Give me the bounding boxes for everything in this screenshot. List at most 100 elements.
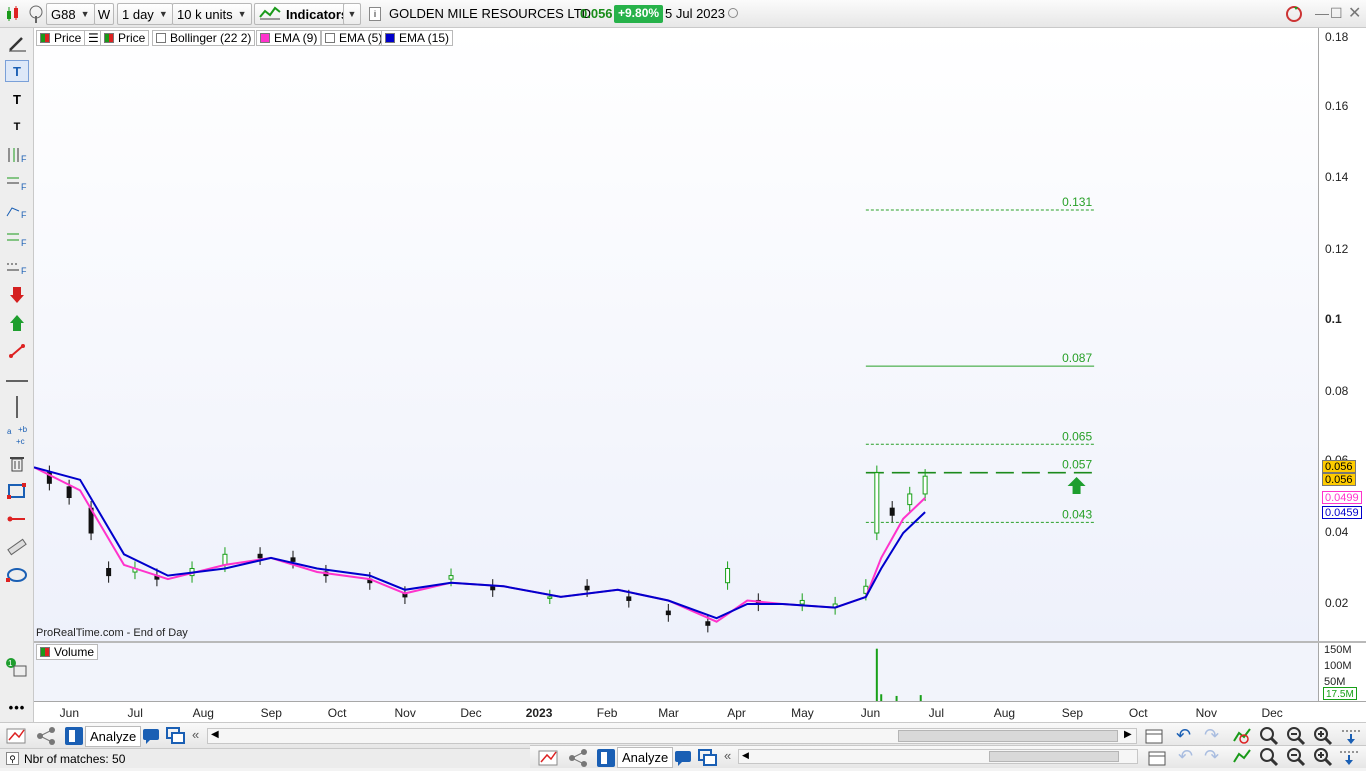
svg-text:F: F [21, 182, 27, 192]
legend-price-1-label: Price [54, 31, 82, 45]
ellipse-icon[interactable] [5, 564, 29, 586]
search-icon[interactable]: ⚲ [6, 752, 19, 765]
legend-bollinger[interactable]: Bollinger (22 2) [152, 30, 256, 46]
volume-panel[interactable]: Volume [34, 643, 1318, 701]
minimize-icon[interactable]: — [1315, 5, 1329, 21]
redo-icon[interactable]: ↷ [1204, 746, 1219, 767]
sync-icon[interactable] [1232, 748, 1252, 769]
undo-icon[interactable]: ↶ [1176, 725, 1191, 746]
time-axis-label: 2023 [525, 706, 553, 720]
candle-body [799, 599, 805, 605]
indicators-button[interactable]: Indicators [254, 3, 354, 25]
windows-icon[interactable] [698, 749, 718, 770]
price-tick: 0.14 [1325, 170, 1349, 184]
scroll-thumb[interactable] [989, 751, 1119, 762]
fibonacci-retracement-icon[interactable]: F [5, 228, 29, 250]
rewind-icon[interactable]: « [192, 727, 199, 742]
legend-bollinger-label: Bollinger (22 2) [170, 31, 252, 45]
more-tools-icon[interactable]: ••• [5, 696, 29, 718]
chat-icon[interactable] [674, 749, 692, 770]
draw-mode-icon[interactable] [538, 749, 560, 770]
volume-axis[interactable]: 150M 100M 50M 17.5M [1318, 643, 1366, 701]
price-chart-panel[interactable]: 0.131 0.087 0.065 0.057 0.043 Price ☰ Price … [34, 28, 1318, 641]
alerts-icon[interactable]: 1 [5, 658, 29, 680]
fibonacci-fan-icon[interactable]: F [5, 172, 29, 194]
rectangle-icon[interactable] [5, 480, 29, 502]
calendar-icon[interactable] [1148, 749, 1168, 770]
legend-ema9-label: EMA (9) [274, 31, 318, 45]
zoom-out-icon[interactable] [1285, 747, 1307, 770]
time-axis-label: Apr [727, 706, 746, 720]
indicators-dropdown[interactable]: ▼ [343, 3, 361, 25]
vertical-line-icon[interactable] [5, 396, 29, 418]
zoom-fit-icon[interactable] [1258, 747, 1280, 770]
timeframe-select[interactable]: 1 day ▼ [117, 3, 173, 25]
legend-ema5-label: EMA (5) [339, 31, 383, 45]
wave-labels-icon[interactable]: a +b +c [5, 424, 29, 446]
analyze-button[interactable]: Analyze [85, 726, 142, 747]
share-icon[interactable] [36, 727, 56, 748]
trendline-icon[interactable] [5, 340, 29, 362]
text-tool-icon[interactable]: T [5, 60, 29, 82]
maximize-icon[interactable]: ☐ [1330, 5, 1343, 22]
scroll-thumb[interactable] [898, 730, 1118, 742]
fibonacci-arc-icon[interactable]: F [5, 200, 29, 222]
scroll-left-icon[interactable]: ◀ [742, 750, 749, 761]
legend-ema9[interactable]: EMA (9) [256, 30, 322, 46]
close-icon[interactable]: ✕ [1348, 3, 1361, 23]
pencil-icon[interactable] [5, 32, 29, 54]
instrument-icon[interactable] [28, 4, 44, 27]
secondary-scrollbar[interactable]: ◀ [738, 749, 1138, 764]
analyze-button-secondary[interactable]: Analyze [617, 747, 674, 768]
last-price-tag: 0.056 [1322, 460, 1356, 473]
undo-icon[interactable]: ↶ [1178, 746, 1193, 767]
text-bold-icon[interactable]: T [5, 88, 29, 110]
source-note: ProRealTime.com - End of Day [36, 627, 188, 639]
sync-icon[interactable] [1284, 5, 1304, 26]
period-button[interactable]: W [94, 3, 114, 25]
trash-icon[interactable] [5, 452, 29, 474]
scroll-right-icon[interactable]: ▶ [1124, 729, 1132, 740]
legend-price-1[interactable]: Price [36, 30, 86, 46]
layout-icon[interactable] [64, 726, 84, 749]
time-axis-label: Nov [1195, 706, 1217, 720]
candle-body [665, 610, 671, 616]
legend-ema5[interactable]: EMA (5) [321, 30, 387, 46]
legend-ema15[interactable]: EMA (15) [381, 30, 454, 46]
time-axis-label: Oct [327, 706, 347, 720]
price-swatch [104, 33, 114, 43]
sell-arrow-icon[interactable] [5, 284, 29, 306]
share-icon[interactable] [568, 749, 588, 770]
clock-icon[interactable] [728, 8, 738, 18]
windows-icon[interactable] [166, 727, 186, 748]
candle-body [257, 553, 263, 559]
legend-volume[interactable]: Volume [36, 644, 99, 660]
fibonacci-extension-icon[interactable]: F [5, 256, 29, 278]
buy-arrow-icon[interactable] [5, 312, 29, 334]
volume-swatch [40, 647, 50, 657]
ticker-select[interactable]: G88 ▼ [46, 3, 95, 25]
horizontal-line-icon[interactable] [5, 370, 29, 392]
redo-icon[interactable]: ↷ [1204, 725, 1219, 746]
info-icon[interactable]: i [369, 7, 381, 21]
chat-icon[interactable] [142, 727, 160, 748]
candle-body [106, 568, 112, 577]
price-axis[interactable]: 0.18 0.16 0.14 0.12 0.1 0.08 0.06 0.04 0… [1318, 28, 1366, 641]
indicators-label: Indicators [286, 6, 349, 22]
time-scrollbar[interactable]: ◀ ▶ [207, 728, 1137, 744]
candle-body [584, 585, 590, 591]
draw-mode-icon[interactable] [6, 727, 28, 748]
units-select[interactable]: 10 k units ▼ [172, 3, 252, 25]
rewind-icon[interactable]: « [724, 748, 731, 763]
zoom-in-icon[interactable] [1312, 747, 1334, 770]
text-small-icon[interactable]: T [5, 116, 29, 138]
scroll-left-icon[interactable]: ◀ [211, 729, 219, 740]
time-axis[interactable]: Jun Jul Aug Sep Oct Nov Dec 2023 Feb Mar Apr May Jun… [34, 701, 1318, 722]
legend-price-2[interactable]: Price [100, 30, 150, 46]
ruler-icon[interactable] [5, 536, 29, 558]
fibonacci-vertical-icon[interactable]: F [5, 144, 29, 166]
settings-icon[interactable] [1338, 747, 1360, 770]
chart-type-icon[interactable] [5, 6, 23, 25]
fib-level-label: 0.057 [1062, 458, 1092, 472]
segment-icon[interactable] [5, 508, 29, 530]
